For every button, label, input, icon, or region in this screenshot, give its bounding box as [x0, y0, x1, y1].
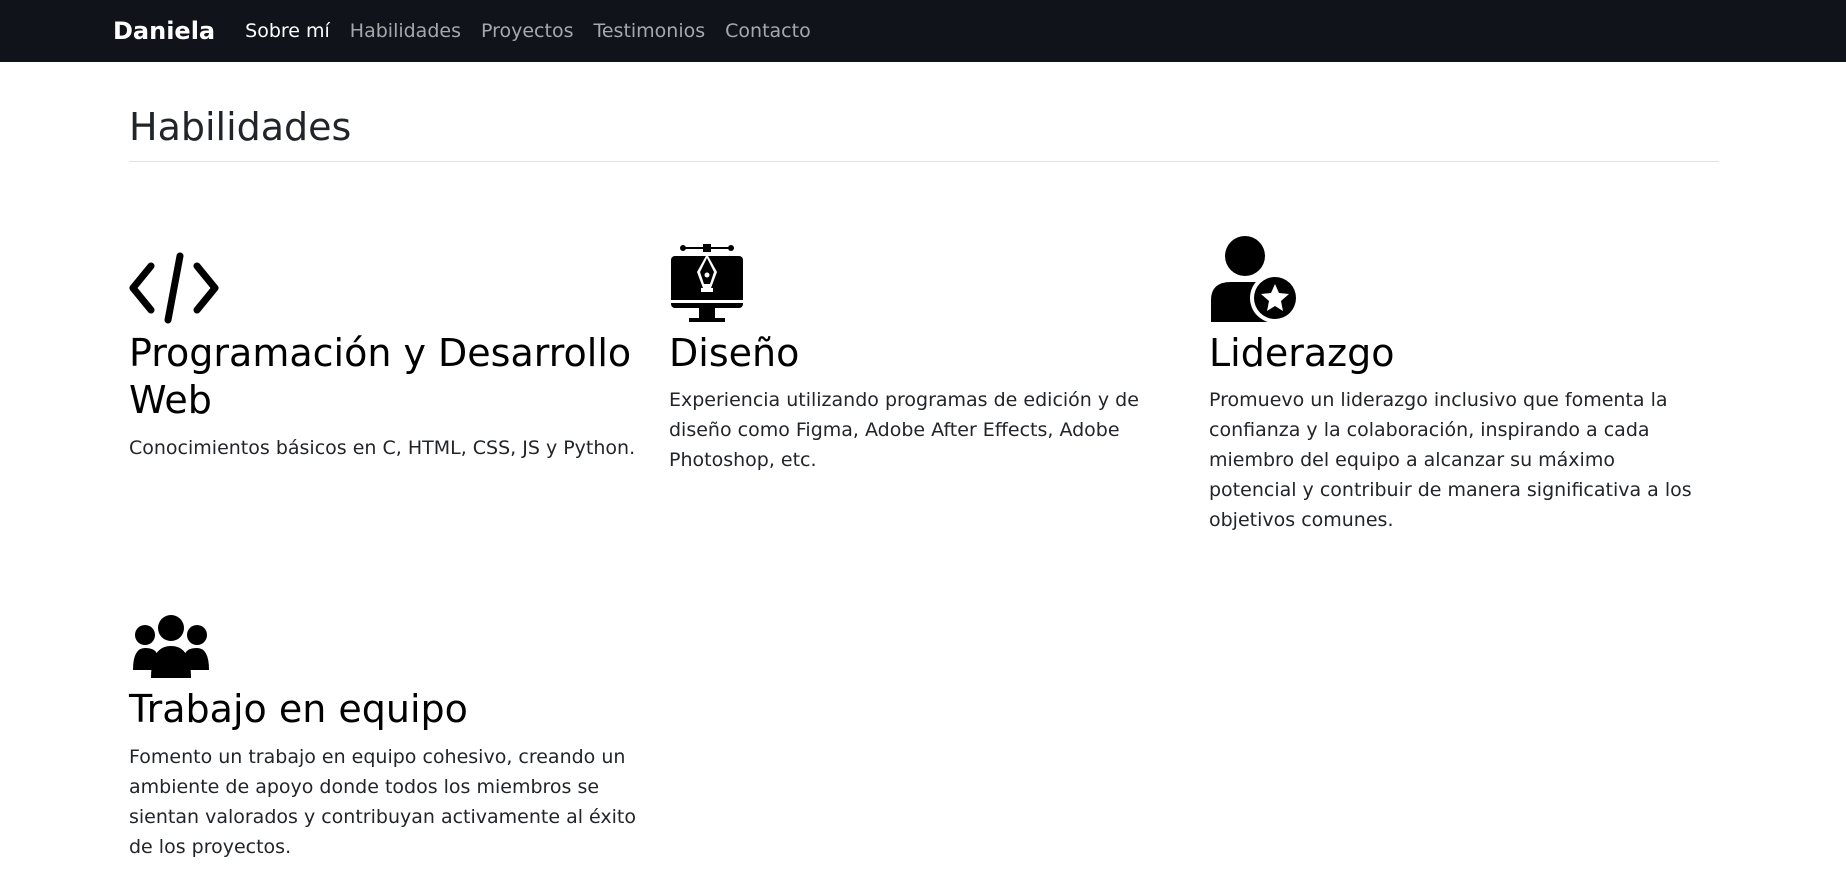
skills-section: Habilidades Programación y Desarrollo We…: [129, 105, 1719, 862]
skill-description: Promuevo un liderazgo inclusivo que fome…: [1209, 389, 1692, 532]
skill-description: Conocimientos básicos en C, HTML, CSS, J…: [129, 436, 636, 459]
users-group-icon: [129, 590, 649, 680]
section-title: Habilidades: [129, 105, 1719, 162]
design-monitor-icon: [669, 234, 1189, 324]
nav-link-contacto[interactable]: Contacto: [725, 20, 811, 42]
navbar: Daniela Sobre mí Habilidades Proyectos T…: [0, 0, 1846, 62]
user-star-icon: [1209, 234, 1699, 324]
nav-link-proyectos[interactable]: Proyectos: [481, 20, 574, 42]
nav-link-habilidades[interactable]: Habilidades: [350, 20, 461, 42]
skill-card-liderazgo: Liderazgo Promuevo un liderazgo inclusiv…: [1209, 234, 1719, 536]
skill-title: Trabajo en equipo: [129, 687, 468, 732]
skill-description: Fomento un trabajo en equipo cohesivo, c…: [129, 745, 636, 858]
skill-title: Diseño: [669, 330, 800, 375]
skill-description: Experiencia utilizando programas de edic…: [669, 389, 1139, 472]
brand-link[interactable]: Daniela: [113, 17, 215, 45]
skill-title: Programación y Desarrollo Web: [129, 330, 632, 423]
skills-grid: Programación y Desarrollo Web Conocimien…: [129, 234, 1719, 862]
nav-link-sobre-mi[interactable]: Sobre mí: [245, 20, 330, 42]
skill-card-programacion: Programación y Desarrollo Web Conocimien…: [129, 234, 669, 536]
skill-title: Liderazgo: [1209, 330, 1395, 375]
skill-card-diseno: Diseño Experiencia utilizando programas …: [669, 234, 1209, 536]
code-icon: [129, 234, 649, 324]
skill-card-trabajo-en-equipo: Trabajo en equipo Fomento un trabajo en …: [129, 590, 669, 862]
nav-link-testimonios[interactable]: Testimonios: [593, 20, 705, 42]
